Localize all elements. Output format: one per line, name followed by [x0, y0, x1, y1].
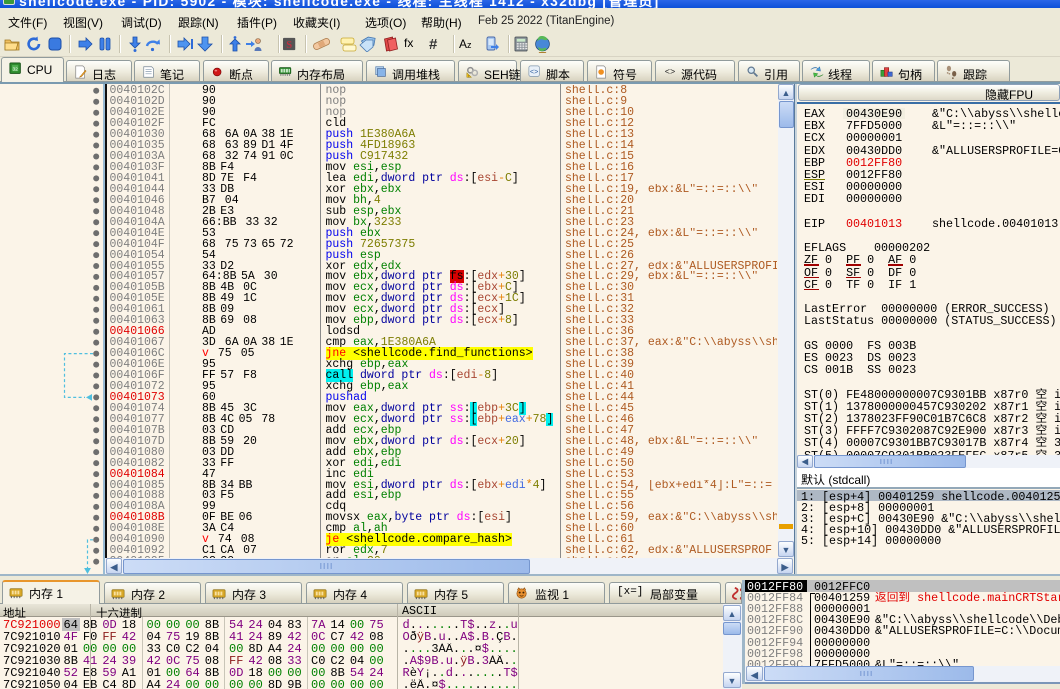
svg-text:<>: <> — [665, 68, 676, 78]
svg-text:<>: <> — [530, 69, 538, 77]
svg-text:S: S — [286, 40, 292, 51]
svg-text:!: ! — [468, 73, 469, 78]
svg-text:32: 32 — [12, 66, 18, 72]
